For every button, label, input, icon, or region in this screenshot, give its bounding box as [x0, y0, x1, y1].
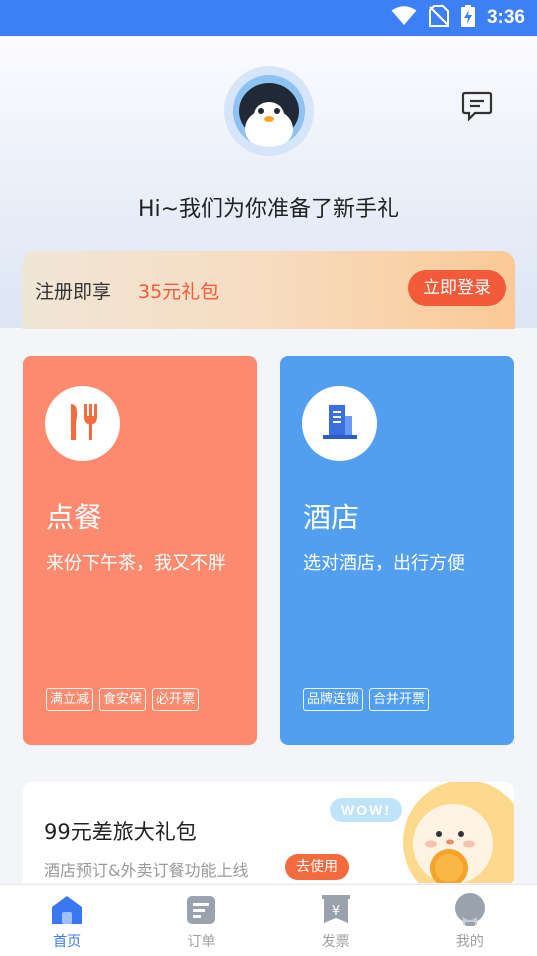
battery-charging-icon — [460, 5, 475, 31]
tab-profile-label: 我的 — [455, 934, 484, 950]
tab-home[interactable]: 首页 — [0, 885, 134, 956]
food-card-title: 点餐 — [46, 501, 103, 534]
status-bar: 3:36 — [0, 0, 537, 36]
hotel-card-title: 酒店 — [303, 501, 360, 534]
food-card-tags: 满立减 食安保 必开票 — [46, 688, 200, 711]
wow-badge: WOW! — [330, 798, 402, 822]
tag: 满立减 — [46, 688, 94, 711]
banner-use-button[interactable]: 去使用 — [285, 854, 349, 880]
food-card-subtitle: 来份下午茶，我又不胖 — [46, 553, 226, 574]
home-icon — [49, 893, 85, 927]
tag: 必开票 — [152, 688, 200, 711]
banner-subtitle: 酒店预订&外卖订餐功能上线 — [44, 861, 249, 880]
tab-orders[interactable]: 订单 — [134, 885, 268, 956]
profile-icon — [452, 893, 488, 927]
svg-text:¥: ¥ — [331, 904, 339, 919]
tab-invoice[interactable]: ¥ 发票 — [269, 885, 403, 956]
hotel-card-subtitle: 选对酒店，出行方便 — [303, 553, 465, 574]
tag: 合并开票 — [369, 688, 430, 711]
travel-gift-banner[interactable]: 99元差旅大礼包 酒店预订&外卖订餐功能上线 去使用 WOW! — [23, 782, 514, 883]
hotel-building-icon — [320, 402, 360, 446]
bottom-tab-bar: 首页 订单 ¥ 发票 我的 — [0, 884, 537, 956]
no-sim-icon — [428, 5, 449, 31]
promo-bar: 注册即享 35元礼包 立即登录 — [22, 251, 515, 329]
status-time: 3:36 — [486, 7, 525, 28]
avatar[interactable] — [224, 66, 314, 156]
tag: 食安保 — [99, 688, 147, 711]
welcome-text: Hi~我们为你准备了新手礼 — [137, 197, 400, 222]
food-order-card[interactable]: 点餐 来份下午茶，我又不胖 满立减 食安保 必开票 — [23, 356, 257, 745]
promo-amount: 35元礼包 — [138, 281, 220, 303]
tab-home-label: 首页 — [53, 934, 82, 950]
login-button[interactable]: 立即登录 — [408, 270, 506, 306]
fork-knife-icon — [65, 402, 101, 446]
status-icons: 3:36 — [391, 5, 525, 31]
invoice-icon: ¥ — [318, 893, 354, 927]
tab-profile[interactable]: 我的 — [403, 885, 537, 956]
hotel-card[interactable]: 酒店 选对酒店，出行方便 品牌连锁 合并开票 — [280, 356, 514, 745]
hotel-card-tags: 品牌连锁 合并开票 — [303, 688, 430, 711]
food-icon-circle — [45, 386, 120, 461]
wifi-icon — [391, 6, 417, 30]
hotel-icon-circle — [302, 386, 377, 461]
promo-label: 注册即享 — [35, 281, 112, 303]
message-button[interactable] — [459, 91, 495, 125]
penguin-avatar-icon — [233, 75, 305, 147]
tab-orders-label: 订单 — [187, 934, 216, 950]
order-list-icon — [183, 893, 219, 927]
banner-title: 99元差旅大礼包 — [44, 820, 197, 844]
tag: 品牌连锁 — [303, 688, 364, 711]
message-icon — [461, 91, 493, 125]
header: Hi~我们为你准备了新手礼 注册即享 35元礼包 立即登录 — [0, 36, 537, 329]
tab-invoice-label: 发票 — [321, 934, 350, 950]
